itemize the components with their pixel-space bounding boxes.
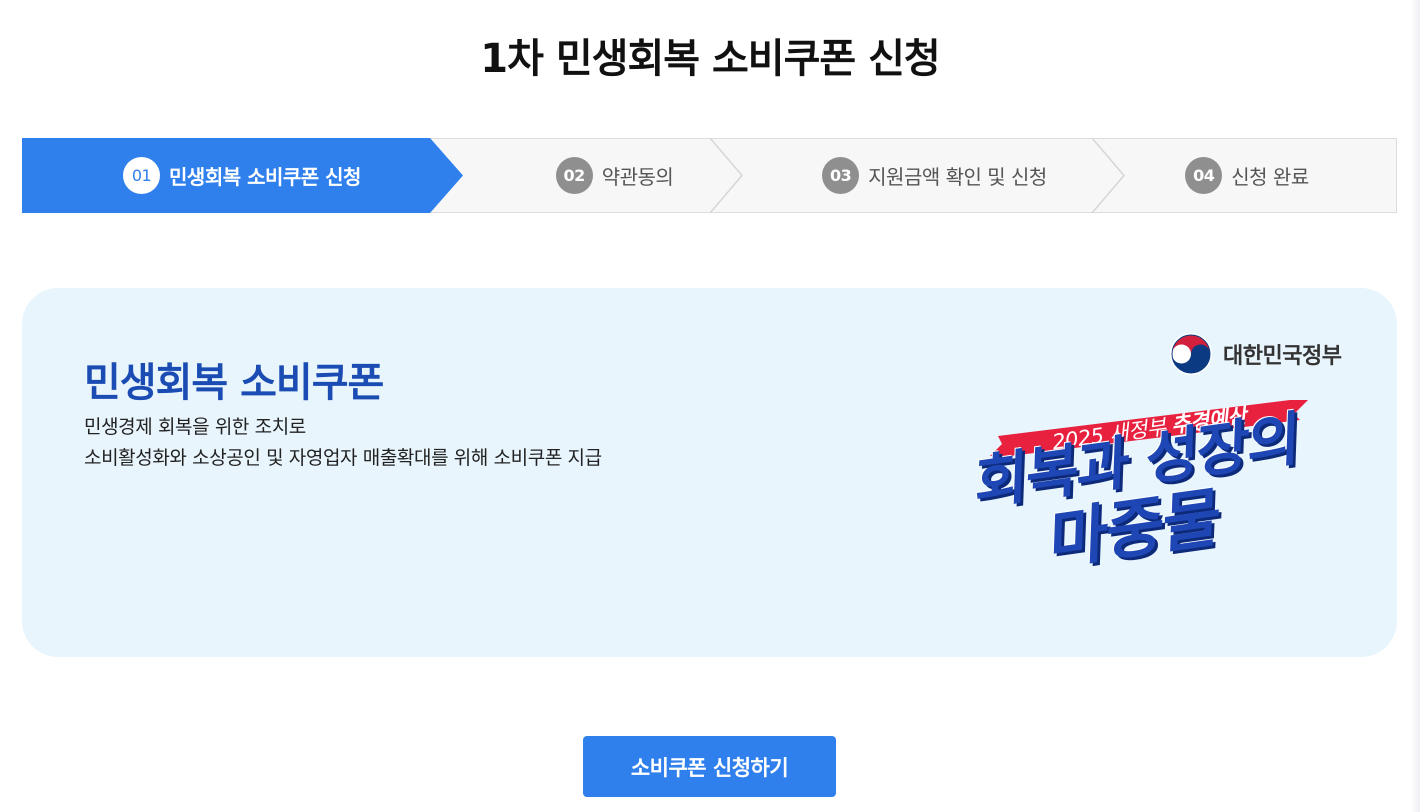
step-label: 신청 완료	[1231, 165, 1309, 189]
banner-desc-line: 소비활성화와 소상공인 및 자영업자 매출확대를 위해 소비쿠폰 지급	[84, 447, 602, 469]
step-number: 03	[822, 157, 860, 194]
step-progress: 01 민생회복 소비쿠폰 신청 02 약관동의 03 지원금액 확인 및 신청 …	[22, 138, 1397, 213]
step-label: 약관동의	[601, 165, 674, 189]
step-number: 02	[555, 157, 593, 194]
page: 1차 민생회복 소비쿠폰 신청 01 민생회복 소비쿠폰 신청 02 약관동의 …	[0, 0, 1420, 812]
step-complete: 04 신청 완료	[1097, 138, 1397, 213]
apply-coupon-button[interactable]: 소비쿠폰 신청하기	[583, 736, 836, 797]
step-label: 지원금액 확인 및 신청	[868, 165, 1047, 189]
banner-title: 민생회복 소비쿠폰	[84, 360, 384, 406]
step-number: 01	[123, 157, 161, 194]
slogan: 회복과 성장의 마중물	[915, 397, 1356, 596]
step-number: 04	[1185, 157, 1223, 194]
page-title: 1차 민생회복 소비쿠폰 신청	[480, 36, 940, 82]
step-label: 민생회복 소비쿠폰 신청	[169, 165, 361, 189]
window-edge	[1410, 0, 1420, 812]
step-terms-agreement: 02 약관동의	[462, 138, 767, 213]
step-amount-check: 03 지원금액 확인 및 신청	[742, 138, 1127, 213]
info-banner: 민생회복 소비쿠폰 민생경제 회복을 위한 조치로 소비활성화와 소상공인 및 …	[22, 288, 1397, 657]
taegeuk-emblem-icon	[1170, 333, 1212, 375]
banner-description: 민생경제 회복을 위한 조치로 소비활성화와 소상공인 및 자영업자 매출확대를…	[84, 412, 602, 474]
government-logo: 대한민국정부	[1169, 332, 1342, 376]
banner-desc-line: 민생경제 회복을 위한 조치로	[84, 416, 306, 438]
government-logo-text: 대한민국정부	[1223, 344, 1342, 369]
step-apply-coupon: 01 민생회복 소비쿠폰 신청	[22, 138, 462, 213]
